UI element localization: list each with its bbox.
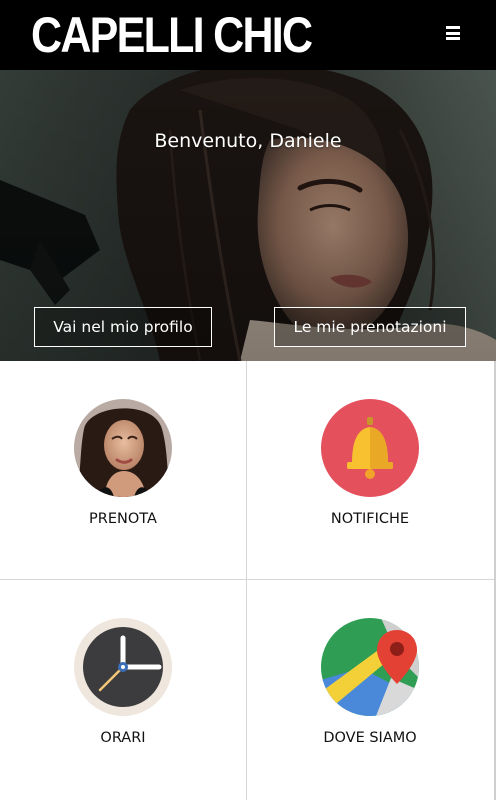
tile-label-orari: ORARI <box>100 730 146 746</box>
tile-label-notifiche: NOTIFICHE <box>330 511 410 527</box>
tile-notifiche[interactable]: NOTIFICHE <box>247 361 493 579</box>
hamburger-icon-bar <box>446 31 460 35</box>
my-bookings-button[interactable]: Le mie prenotazioni <box>274 307 466 347</box>
map-icon <box>321 618 419 716</box>
top-bar: CAPELLI CHIC <box>0 0 496 70</box>
tile-orari[interactable]: ORARI <box>0 580 246 798</box>
app-logo[interactable]: CAPELLI CHIC <box>31 6 313 64</box>
tile-label-dove-siamo: DOVE SIAMO <box>323 730 417 746</box>
my-profile-button[interactable]: Vai nel mio profilo <box>34 307 212 347</box>
tile-prenota[interactable]: PRENOTA <box>0 361 246 579</box>
clock-icon <box>74 618 172 716</box>
welcome-message: Benvenuto, Daniele <box>154 130 342 152</box>
tile-dove-siamo[interactable]: DOVE SIAMO <box>247 580 493 798</box>
hero-banner: Benvenuto, Daniele Vai nel mio profilo L… <box>0 70 496 361</box>
bell-icon <box>321 399 419 497</box>
woman-portrait-icon <box>74 399 172 497</box>
hamburger-icon <box>446 26 460 29</box>
app-screen: CAPELLI CHIC Benvenuto, Daniele Vai nel … <box>0 0 496 800</box>
tile-label-prenota: PRENOTA <box>89 511 157 527</box>
hamburger-icon-bar <box>446 37 460 40</box>
hamburger-menu-button[interactable] <box>446 26 460 40</box>
menu-grid: PRENOTA NOTIFICHE ORARI DOVE SIAMO <box>0 361 496 800</box>
